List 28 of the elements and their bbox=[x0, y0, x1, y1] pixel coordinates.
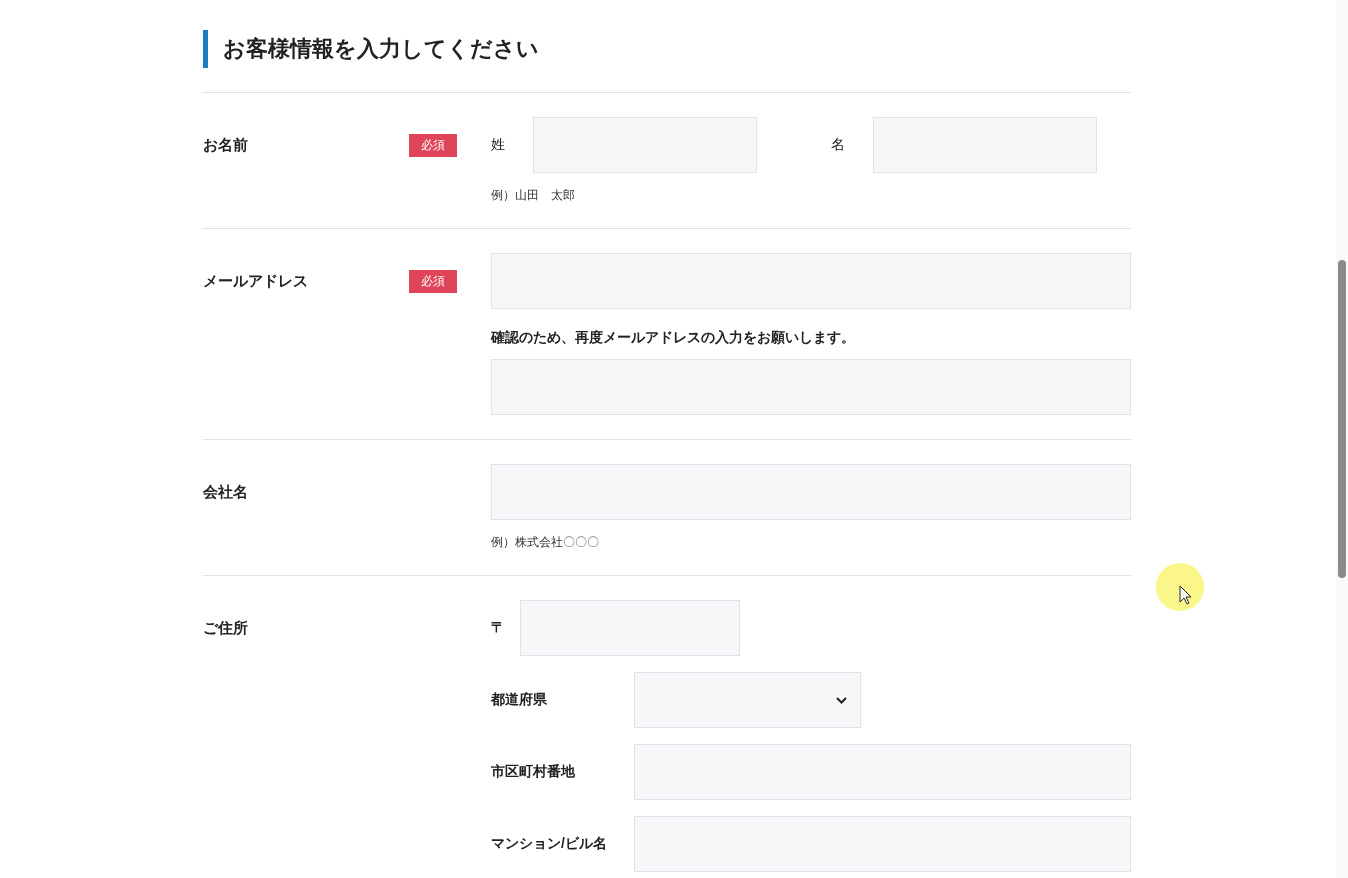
text-input-field[interactable] bbox=[634, 744, 1131, 800]
text-input-field[interactable] bbox=[533, 117, 757, 173]
text-input-field[interactable] bbox=[491, 464, 1131, 520]
section-heading: お客様情報を入力してください bbox=[203, 30, 1131, 68]
select-field[interactable] bbox=[634, 672, 861, 728]
text-input-field[interactable] bbox=[491, 253, 1131, 309]
note-text: 確認のため、再度メールアドレスの入力をお願いします。 bbox=[491, 329, 856, 347]
text-input-field[interactable] bbox=[491, 359, 1131, 415]
field-label: マンション/ビル名 bbox=[491, 835, 608, 853]
scrollbar[interactable] bbox=[1336, 0, 1348, 878]
field-label: 市区町村番地 bbox=[491, 763, 576, 781]
text-input-field[interactable] bbox=[520, 600, 740, 656]
field-label: 姓 bbox=[491, 136, 506, 154]
field-label: 都道府県 bbox=[491, 691, 548, 709]
hint-text: 例）株式会社〇〇〇 bbox=[491, 534, 600, 551]
required-tag: 必須 bbox=[409, 269, 457, 293]
text-input-field[interactable] bbox=[634, 816, 1131, 872]
field-label: 名 bbox=[831, 136, 846, 154]
postal-mark: 〒 bbox=[491, 619, 506, 637]
chevron-down-icon bbox=[836, 696, 847, 704]
field-label: お名前 bbox=[203, 135, 248, 155]
field-label: メールアドレス bbox=[203, 271, 308, 291]
hint-text: 例）山田 太郎 bbox=[491, 187, 576, 204]
text-input-field[interactable] bbox=[873, 117, 1097, 173]
cursor-highlight-icon bbox=[1155, 562, 1205, 612]
field-label: 会社名 bbox=[203, 482, 248, 502]
field-label: ご住所 bbox=[203, 618, 248, 638]
required-tag: 必須 bbox=[409, 133, 457, 157]
